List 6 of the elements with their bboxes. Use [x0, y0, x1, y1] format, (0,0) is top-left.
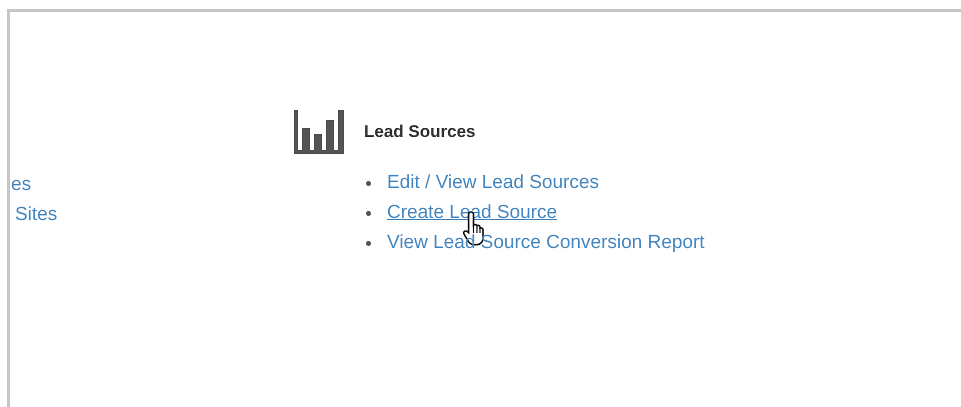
bar-chart-icon: [294, 110, 344, 154]
link[interactable]: Sites: [10, 200, 58, 230]
link[interactable]: es: [10, 170, 32, 200]
link[interactable]: View Lead Source Conversion Report: [387, 232, 705, 254]
section-title: Lead Sources: [364, 122, 476, 142]
link[interactable]: Edit / View Lead Sources: [387, 172, 599, 194]
